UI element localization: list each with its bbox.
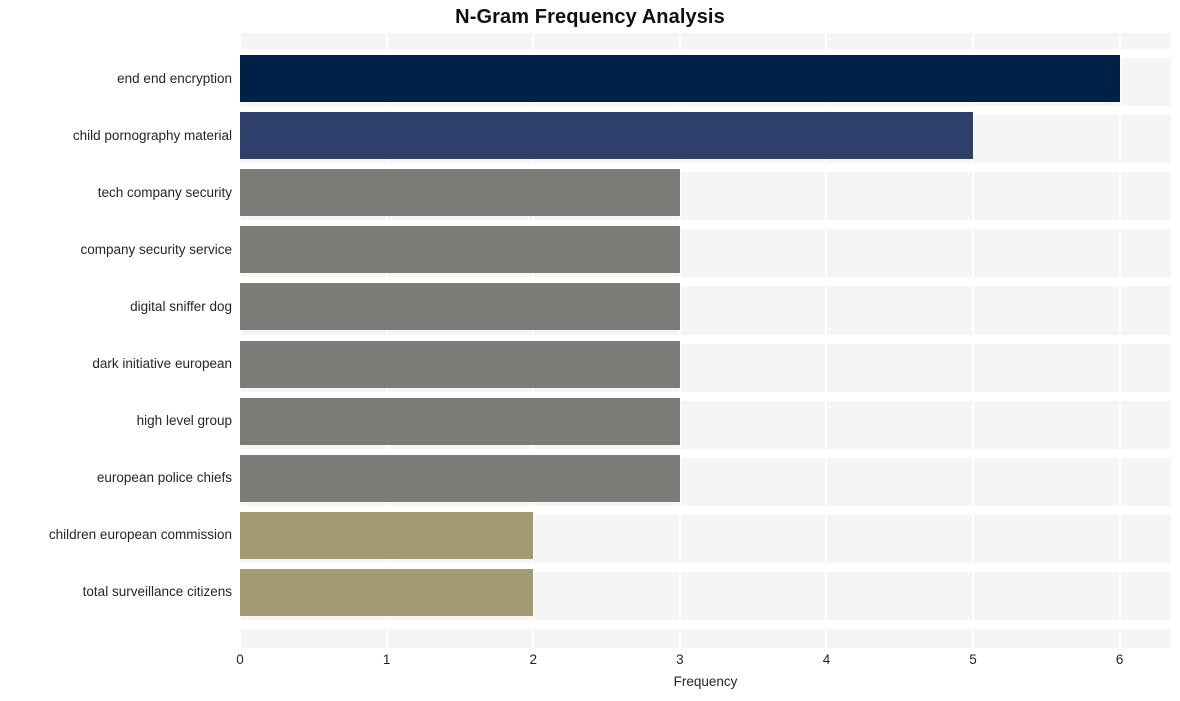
- bar: [240, 454, 680, 502]
- y-axis-tick-label: children european commission: [48, 527, 232, 543]
- y-axis-tick-label: total surveillance citizens: [82, 584, 232, 600]
- y-axis-tick-label: european police chiefs: [96, 470, 232, 486]
- y-axis-tick-label: tech company security: [97, 184, 232, 200]
- bar: [240, 511, 534, 559]
- bar: [240, 568, 534, 616]
- bar: [240, 226, 680, 274]
- plot-area: [240, 33, 1171, 648]
- chart-figure: N-Gram Frequency Analysis end end encryp…: [0, 0, 1180, 701]
- bar: [240, 112, 974, 160]
- x-axis-tick-label: 3: [676, 652, 684, 667]
- bar: [240, 55, 1120, 102]
- horizontal-gridline: [240, 620, 1171, 629]
- y-axis-tick-label: digital sniffer dog: [130, 298, 232, 314]
- y-axis-tick-label: high level group: [136, 413, 232, 429]
- y-axis-tick-label: child pornography material: [72, 127, 232, 143]
- x-axis-label: Frequency: [673, 674, 738, 689]
- y-axis-tick-label: end end encryption: [117, 70, 232, 86]
- y-axis-tick-label: dark initiative european: [92, 356, 232, 371]
- bar: [240, 340, 680, 388]
- x-axis-tick-label: 2: [529, 652, 537, 667]
- bar: [240, 283, 680, 331]
- x-axis-tick-label: 0: [236, 652, 244, 667]
- y-axis-tick-label: company security service: [80, 241, 232, 257]
- bar: [240, 169, 680, 217]
- x-axis-tick-label: 1: [382, 652, 391, 667]
- x-axis-tick-label: 4: [822, 652, 831, 667]
- x-axis-tick-label: 6: [1115, 652, 1124, 667]
- chart-title: N-Gram Frequency Analysis: [455, 6, 725, 28]
- x-axis-tick-label: 5: [969, 652, 977, 667]
- bar: [240, 397, 680, 445]
